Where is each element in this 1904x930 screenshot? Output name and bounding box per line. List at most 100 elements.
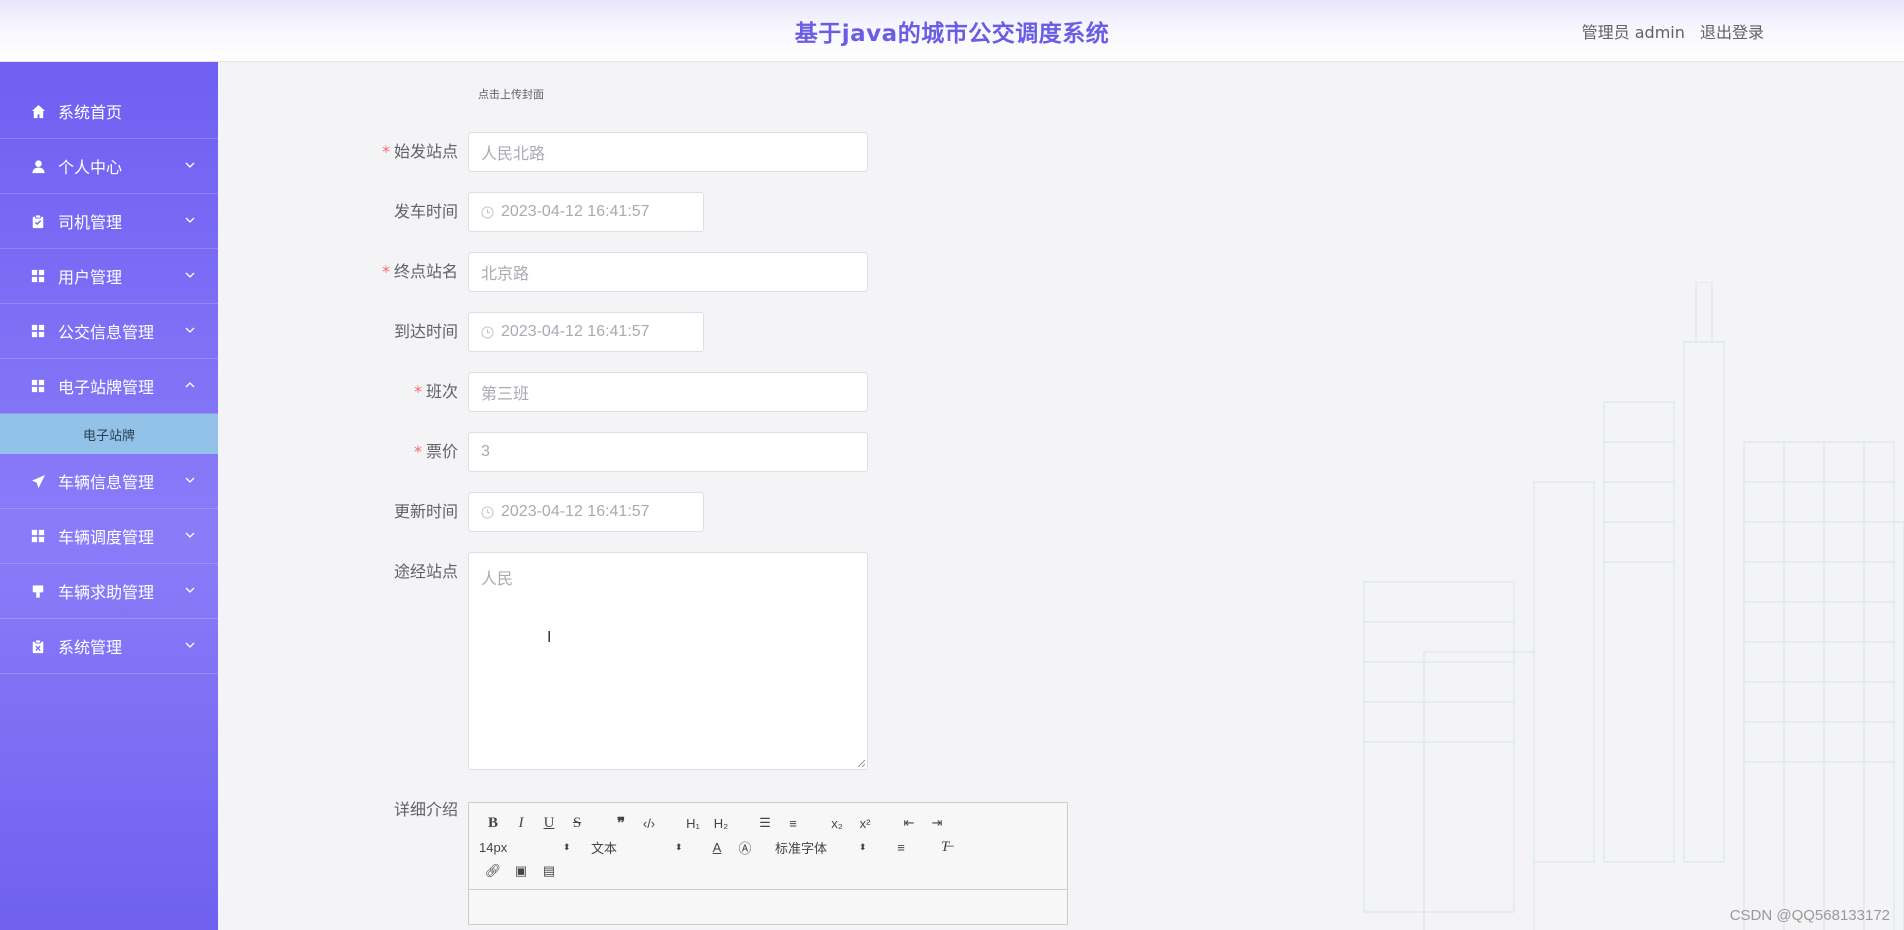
rich-text-editor: B I U S ❞ ‹/› H₁ H₂ ☰ ≡ x₂ x² ⇤ ⇥ 14px ⬍…	[468, 802, 1068, 925]
blockquote-icon[interactable]: ❞	[607, 814, 635, 833]
grid-icon	[30, 323, 46, 339]
user-area: 管理员 admin 退出登录	[1572, 19, 1764, 43]
chevron-down-icon	[185, 587, 195, 593]
start-station-label: * 始发站点	[381, 142, 458, 161]
font-family-picker[interactable]: 标准字体 ⬍	[775, 838, 887, 857]
fare-input[interactable]: 3	[468, 432, 868, 472]
sidebar-item-label: 车辆调度管理	[58, 528, 155, 547]
indent-icon[interactable]: ⇥	[923, 815, 951, 831]
subscript-button[interactable]: x₂	[823, 816, 851, 831]
sidebar-item-7[interactable]: 车辆调度管理	[0, 509, 218, 564]
top-header: 基于java的城市公交调度系统 管理员 admin 退出登录	[0, 0, 1904, 62]
shift-label: * 班次	[413, 382, 458, 401]
sidebar-item-label: 公交信息管理	[58, 323, 155, 342]
superscript-button[interactable]: x²	[851, 816, 879, 831]
sidebar-item-4[interactable]: 公交信息管理	[0, 304, 218, 359]
form-row-depart-time: 发车时间 2023-04-12 16:41:57	[218, 192, 704, 232]
chevron-down-icon	[185, 642, 195, 648]
form-row-end-station: * 终点站名 北京路	[218, 252, 868, 292]
link-icon[interactable]: 🔗︎	[479, 863, 507, 879]
font-size-picker[interactable]: 14px ⬍	[479, 840, 591, 855]
watermark: CSDN @QQ568133172	[1729, 907, 1890, 924]
upload-cover-hint[interactable]: 点击上传封面	[478, 86, 544, 102]
grid-icon	[30, 378, 46, 394]
outdent-icon[interactable]: ⇤	[895, 815, 923, 831]
logout-link[interactable]: 退出登录	[1700, 23, 1764, 42]
submenu-item-e-stop-sign[interactable]: 电子站牌	[0, 414, 218, 454]
align-icon[interactable]: ≡	[887, 840, 915, 855]
clear-format-icon[interactable]: T̶	[931, 839, 959, 856]
clock-icon	[481, 505, 494, 519]
form-row-via-stations: 途经站点 人民 I	[218, 552, 868, 770]
depart-time-label: 发车时间	[393, 202, 458, 221]
background-color-icon[interactable]: Ⓐ	[731, 838, 759, 857]
clock-icon	[481, 205, 494, 219]
form-row-arrive-time: 到达时间 2023-04-12 16:41:57	[218, 312, 704, 352]
sidebar-item-label: 电子站牌管理	[58, 378, 155, 397]
sidebar-item-1[interactable]: 个人中心	[0, 139, 218, 194]
sidebar-item-label: 车辆信息管理	[58, 473, 155, 492]
strike-button[interactable]: S	[563, 815, 591, 832]
code-block-icon[interactable]: ‹/›	[635, 816, 663, 831]
header-picker[interactable]: 文本 ⬍	[591, 838, 703, 857]
update-time-picker[interactable]: 2023-04-12 16:41:57	[468, 492, 704, 532]
sidebar-item-0[interactable]: 系统首页	[0, 84, 218, 139]
home-icon	[30, 103, 46, 119]
sidebar-item-label: 司机管理	[58, 213, 123, 232]
sidebar-item-label: 用户管理	[58, 268, 123, 287]
form-row-details: 详细介绍 B I U S ❞ ‹/› H₁ H₂ ☰ ≡ x₂ x² ⇤ ⇥ 1…	[218, 790, 1068, 925]
h2-button[interactable]: H₂	[707, 816, 735, 831]
via-stations-textarea[interactable]: 人民 I	[468, 552, 868, 770]
start-station-input[interactable]: 人民北路	[468, 132, 868, 172]
sidebar-item-2[interactable]: 司机管理	[0, 194, 218, 249]
user-icon	[30, 158, 46, 174]
sidebar-item-3[interactable]: 用户管理	[0, 249, 218, 304]
sidebar-item-8[interactable]: 车辆求助管理	[0, 564, 218, 619]
editor-toolbar: B I U S ❞ ‹/› H₁ H₂ ☰ ≡ x₂ x² ⇤ ⇥ 14px ⬍…	[469, 803, 1067, 890]
end-station-input[interactable]: 北京路	[468, 252, 868, 292]
user-label: 管理员 admin	[1581, 23, 1685, 42]
send-icon	[30, 473, 46, 489]
h1-button[interactable]: H₁	[679, 816, 707, 831]
form-row-start-station: * 始发站点 人民北路	[218, 132, 868, 172]
sidebar-item-label: 系统首页	[58, 103, 123, 122]
text-cursor-icon: I	[547, 629, 552, 646]
arrive-time-picker[interactable]: 2023-04-12 16:41:57	[468, 312, 704, 352]
city-background-image	[1363, 282, 1904, 930]
sidebar-item-label: 车辆求助管理	[58, 583, 155, 602]
form-row-shift: * 班次 第三班	[218, 372, 868, 412]
underline-button[interactable]: U	[535, 815, 563, 832]
chevron-down-icon	[185, 272, 195, 278]
details-label: 详细介绍	[393, 800, 458, 819]
sidebar-item-5[interactable]: 电子站牌管理	[0, 359, 218, 414]
chevron-up-icon	[185, 382, 195, 388]
text-color-icon[interactable]: A	[703, 840, 731, 855]
bold-button[interactable]: B	[479, 815, 507, 832]
clock-icon	[481, 325, 494, 339]
chevron-down-icon	[185, 532, 195, 538]
update-time-label: 更新时间	[393, 502, 458, 521]
sidebar-item-6[interactable]: 车辆信息管理	[0, 454, 218, 509]
bullet-list-icon[interactable]: ≡	[779, 816, 807, 831]
video-icon[interactable]: ▤	[535, 863, 563, 879]
shift-input[interactable]: 第三班	[468, 372, 868, 412]
ordered-list-icon[interactable]: ☰	[751, 815, 779, 831]
sidebar-item-label: 个人中心	[58, 158, 123, 177]
clipboard-x-icon	[30, 638, 46, 654]
grid-icon	[30, 268, 46, 284]
marker-icon	[30, 583, 46, 599]
chevron-down-icon	[185, 217, 195, 223]
fare-label: * 票价	[413, 442, 458, 461]
end-station-label: * 终点站名	[381, 262, 458, 281]
italic-button[interactable]: I	[507, 815, 535, 832]
depart-time-picker[interactable]: 2023-04-12 16:41:57	[468, 192, 704, 232]
chevron-down-icon	[185, 477, 195, 483]
chevron-down-icon	[185, 162, 195, 168]
form-row-update-time: 更新时间 2023-04-12 16:41:57	[218, 492, 704, 532]
image-icon[interactable]: ▣	[507, 863, 535, 879]
sidebar-item-label: 系统管理	[58, 638, 123, 657]
clipboard-icon	[30, 213, 46, 229]
sidebar-item-9[interactable]: 系统管理	[0, 619, 218, 674]
resize-handle-icon[interactable]	[857, 759, 865, 767]
editor-content-area[interactable]	[469, 890, 1067, 924]
